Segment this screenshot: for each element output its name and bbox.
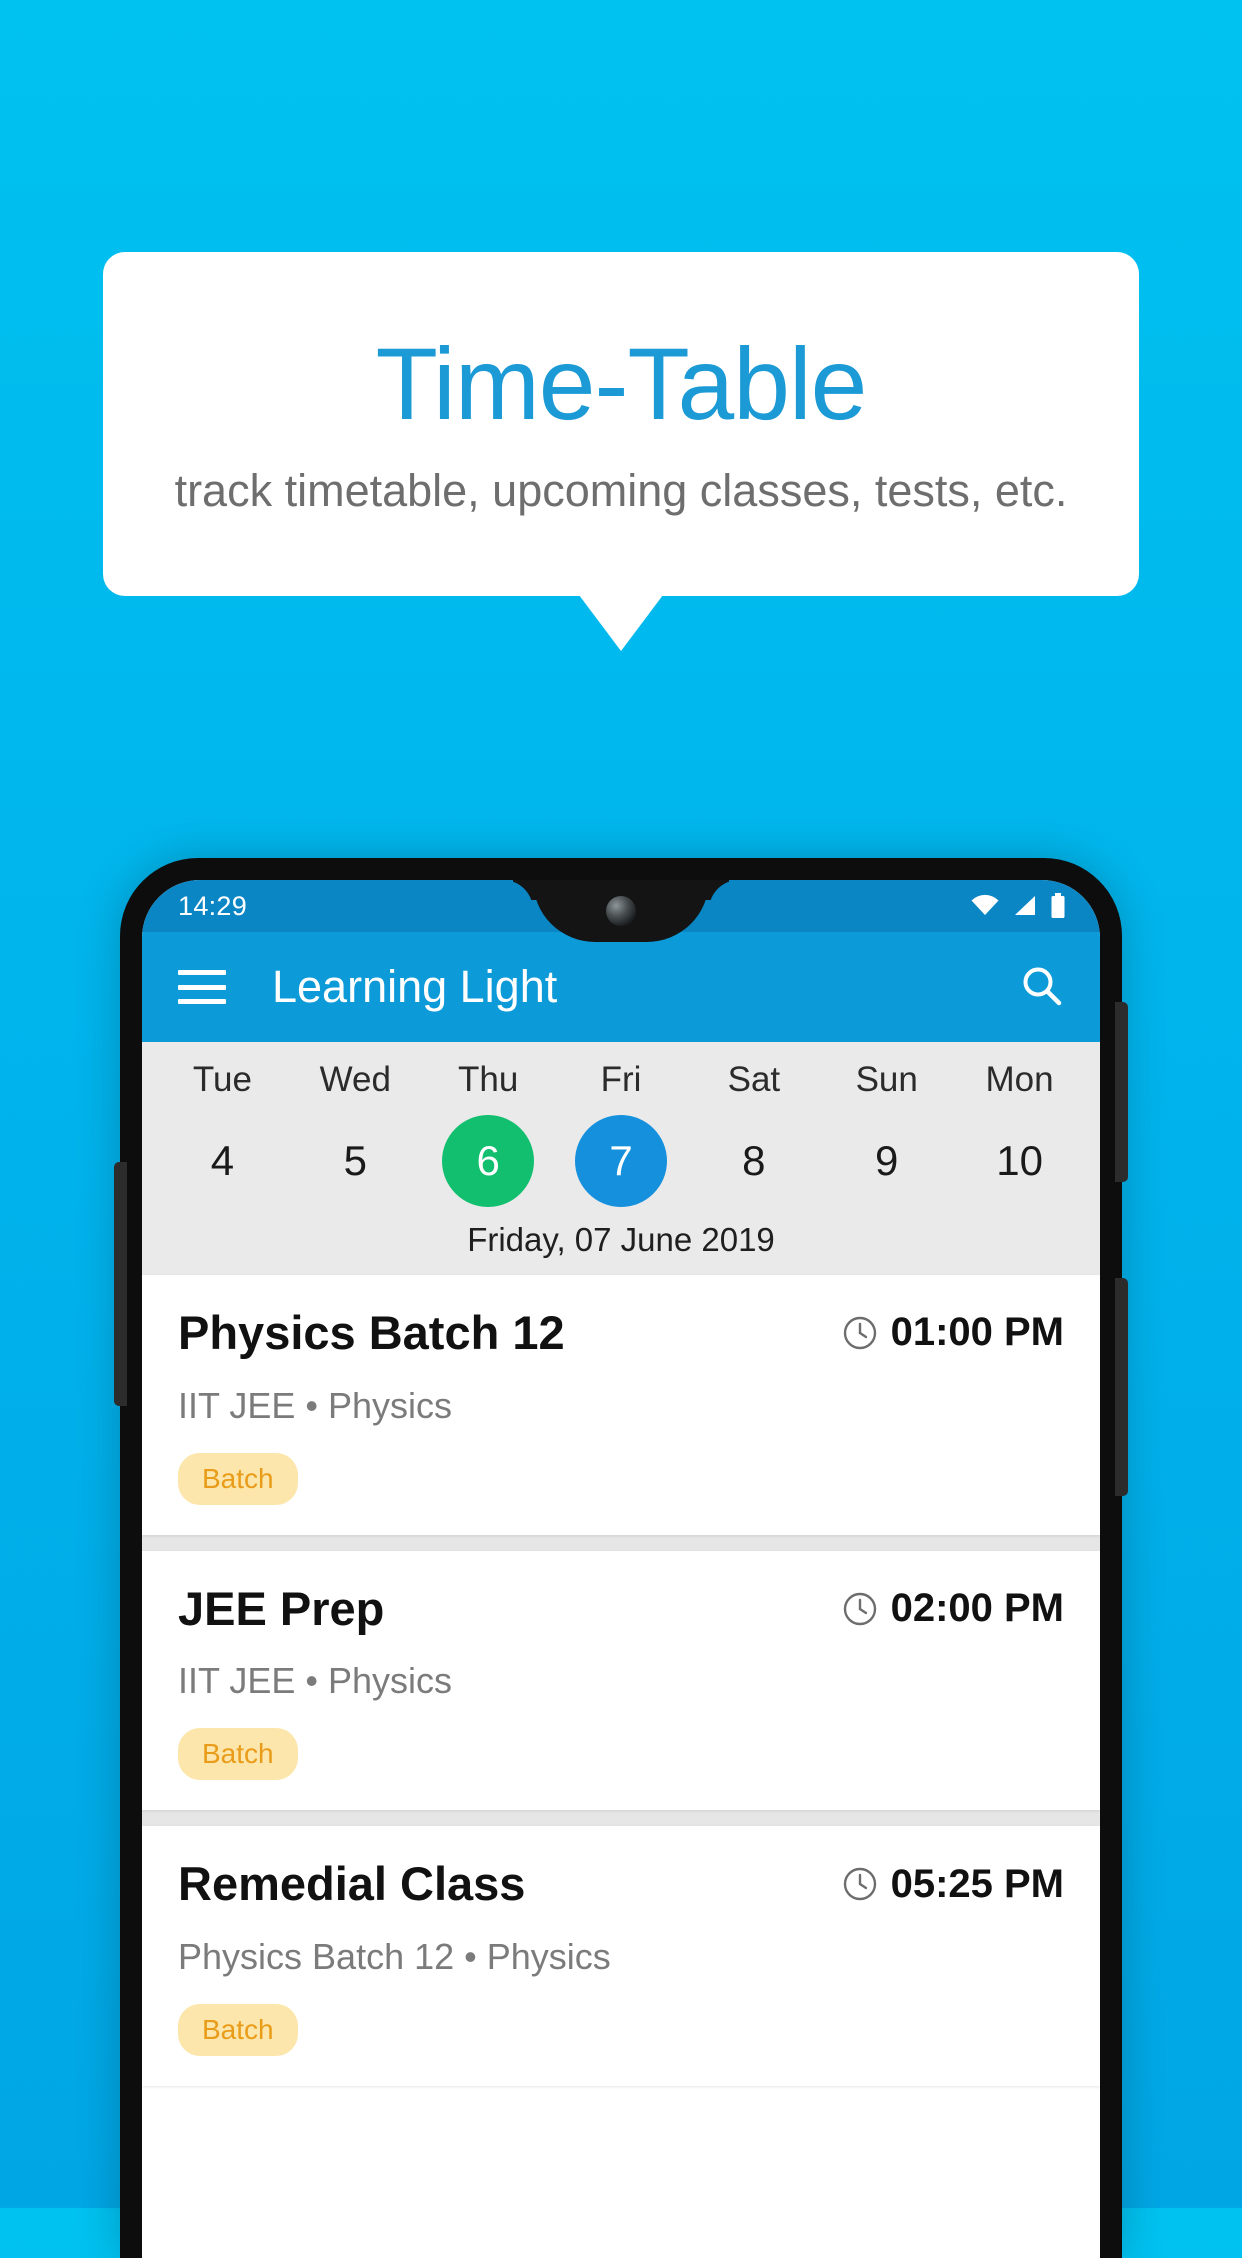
day-name: Wed	[319, 1060, 391, 1099]
event-title: Physics Batch 12	[178, 1306, 565, 1359]
day-number: 8	[742, 1137, 766, 1184]
clock-icon	[843, 1592, 876, 1625]
promo-bubble: Time-Table track timetable, upcoming cla…	[103, 252, 1139, 596]
day-number: 9	[875, 1137, 899, 1184]
front-camera-icon	[606, 896, 636, 926]
event-subtitle: Physics Batch 12 • Physics	[178, 1936, 611, 1978]
day-number-badge: 10	[974, 1115, 1066, 1207]
day-name: Mon	[985, 1060, 1054, 1099]
promo-subtitle: track timetable, upcoming classes, tests…	[174, 464, 1068, 516]
date-cell-tue[interactable]: Tue 4	[156, 1062, 289, 1207]
date-cell-mon[interactable]: Mon 10	[953, 1062, 1086, 1207]
event-card[interactable]: JEE Prep 02:00 PM IIT JEE • Physics Batc…	[142, 1550, 1100, 1811]
clock-icon	[843, 1316, 876, 1350]
event-time-group: 01:00 PM	[842, 1310, 1064, 1355]
day-name: Sun	[855, 1060, 918, 1099]
signal-icon	[1015, 896, 1035, 915]
event-type-chip: Batch	[178, 1728, 298, 1781]
hamburger-menu-icon[interactable]	[178, 970, 226, 1004]
status-bar: 14:29	[142, 880, 1100, 942]
event-type-chip: Batch	[178, 1452, 298, 1505]
phone-device-frame: 14:29 Learning Light Tue 4 Wed 5 Thu 6 F…	[114, 858, 1128, 2258]
day-number: 7	[609, 1137, 633, 1184]
event-title: Remedial Class	[178, 1857, 526, 1911]
promo-title: Time-Table	[375, 327, 868, 442]
event-list: Physics Batch 12 01:00 PM IIT JEE • Phys…	[142, 1275, 1100, 2087]
event-type-chip: Batch	[178, 2004, 298, 2057]
battery-icon	[1051, 893, 1065, 918]
day-name: Fri	[600, 1060, 642, 1099]
day-number: 6	[476, 1137, 500, 1184]
day-number-badge-today: 6	[442, 1115, 535, 1207]
event-card-header: Remedial Class 05:25 PM	[178, 1858, 1064, 1910]
event-subtitle: IIT JEE • Physics	[178, 1660, 453, 1702]
event-card-header: Physics Batch 12 01:00 PM	[178, 1307, 1064, 1359]
day-name: Tue	[192, 1060, 252, 1099]
app-title: Learning Light	[272, 961, 558, 1012]
event-time-group: 05:25 PM	[842, 1862, 1064, 1907]
event-time: 01:00 PM	[890, 1310, 1064, 1355]
day-number-badge: 8	[708, 1115, 800, 1207]
event-time-group: 02:00 PM	[842, 1586, 1064, 1631]
date-strip-days: Tue 4 Wed 5 Thu 6 Fri 7 Sat 8 Sun 9 Mon …	[142, 1062, 1100, 1207]
status-bar-icons	[970, 893, 1066, 919]
event-title: JEE Prep	[178, 1581, 385, 1635]
day-number-badge: 5	[309, 1115, 401, 1207]
day-number: 5	[343, 1137, 367, 1184]
power-button[interactable]	[1115, 1002, 1128, 1182]
selected-date-label: Friday, 07 June 2019	[467, 1221, 775, 1258]
event-card-header: JEE Prep 02:00 PM	[178, 1581, 1064, 1635]
phone-screen: 14:29 Learning Light Tue 4 Wed 5 Thu 6 F…	[142, 880, 1100, 2258]
date-cell-thu-today[interactable]: Thu 6	[422, 1062, 555, 1207]
app-bar: Learning Light	[142, 932, 1100, 1042]
day-number-badge: 4	[176, 1115, 268, 1207]
day-name: Sat	[727, 1060, 781, 1099]
date-cell-sun[interactable]: Sun 9	[820, 1062, 953, 1207]
day-name: Thu	[457, 1060, 519, 1099]
event-card[interactable]: Physics Batch 12 01:00 PM IIT JEE • Phys…	[142, 1275, 1100, 1535]
date-strip: Tue 4 Wed 5 Thu 6 Fri 7 Sat 8 Sun 9 Mon …	[142, 1042, 1100, 1275]
clock-icon	[843, 1868, 876, 1901]
date-cell-wed[interactable]: Wed 5	[289, 1062, 422, 1207]
assistant-button[interactable]	[1115, 1278, 1128, 1496]
day-number-badge: 9	[841, 1115, 933, 1207]
event-time: 02:00 PM	[890, 1586, 1064, 1631]
wifi-icon	[971, 894, 999, 915]
event-time: 05:25 PM	[890, 1861, 1064, 1906]
day-number: 10	[996, 1137, 1043, 1184]
date-cell-fri-selected[interactable]: Fri 7	[555, 1062, 688, 1207]
event-card[interactable]: Remedial Class 05:25 PM Physics Batch 12…	[142, 1826, 1100, 2087]
promo-bubble-tail	[579, 595, 663, 651]
status-bar-clock: 14:29	[178, 890, 248, 921]
event-subtitle: IIT JEE • Physics	[178, 1384, 453, 1426]
date-cell-sat[interactable]: Sat 8	[687, 1062, 820, 1207]
day-number: 4	[210, 1137, 235, 1184]
volume-button[interactable]	[114, 1162, 127, 1406]
day-number-badge-selected: 7	[575, 1115, 667, 1207]
search-icon[interactable]	[1018, 963, 1066, 1011]
